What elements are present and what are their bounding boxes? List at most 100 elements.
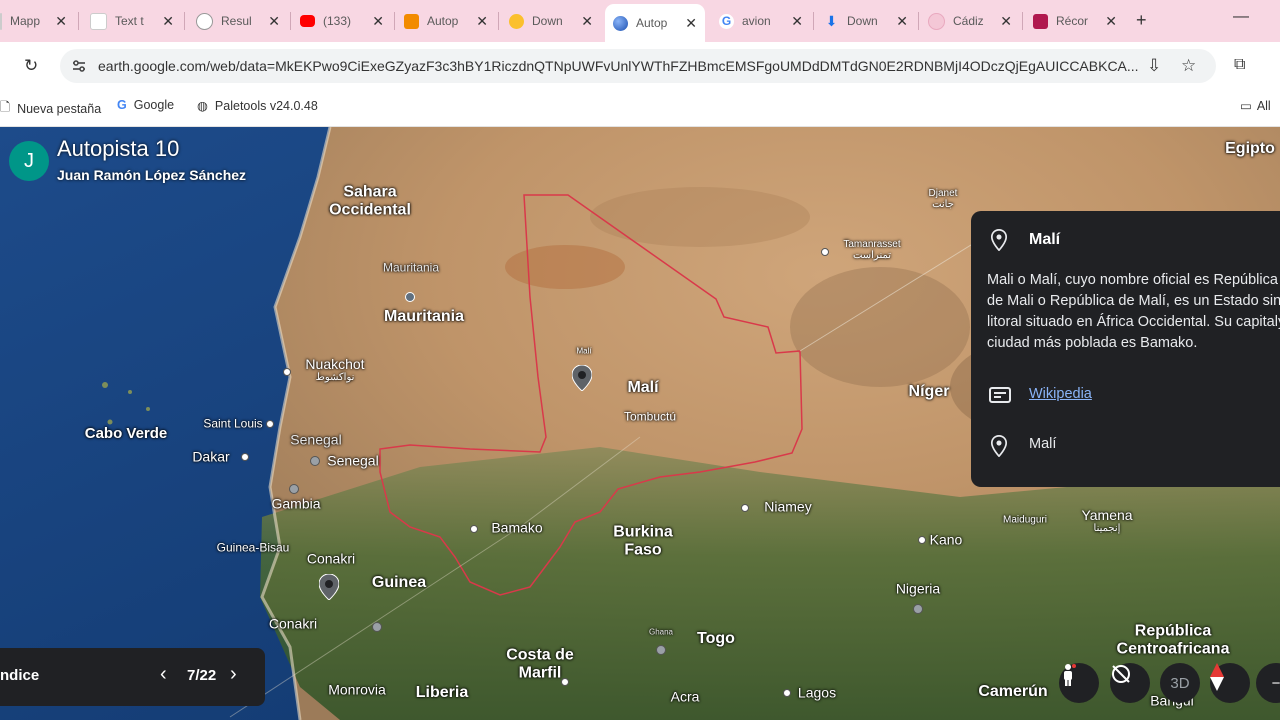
- city-name: Yamena: [1081, 506, 1133, 523]
- index-button[interactable]: ndice: [0, 667, 39, 684]
- browser-tab[interactable]: (133) ✕: [292, 6, 392, 36]
- google-earth-icon: [613, 15, 628, 31]
- pegman-button[interactable]: [1059, 663, 1099, 703]
- address-bar[interactable]: earth.google.com/web/data=MkEKPwo9CiExeG…: [60, 49, 1216, 83]
- map-label-acra: Acra: [670, 688, 700, 705]
- city-marker: [821, 248, 829, 256]
- tab-favicon-icon: [509, 13, 524, 29]
- bookmark-item[interactable]: ◍ Paletools v24.0.48: [197, 98, 318, 114]
- site-info-icon[interactable]: [70, 57, 88, 75]
- browser-tab[interactable]: G avion ✕: [711, 6, 811, 36]
- minimize-window-button[interactable]: —: [1233, 8, 1249, 26]
- browser-tab[interactable]: Resul ✕: [188, 6, 288, 36]
- map-label-egipto: Egipto: [1225, 140, 1275, 158]
- bookmark-label: Paletools v24.0.48: [214, 98, 318, 113]
- panel-title: Malí: [1029, 231, 1061, 248]
- next-slide-button[interactable]: ›: [230, 663, 237, 686]
- city-name: Nuakchot: [305, 355, 365, 372]
- close-tab-icon[interactable]: ✕: [896, 13, 908, 30]
- browser-tab[interactable]: Text t ✕: [82, 6, 182, 36]
- browser-tab[interactable]: Mapp ✕: [0, 6, 75, 36]
- tab-title: avion: [742, 14, 771, 28]
- tab-favicon-icon: [196, 12, 213, 30]
- all-bookmarks-label: All: [1256, 98, 1271, 113]
- tab-title: Autop: [636, 16, 668, 30]
- install-app-icon[interactable]: ⇩: [1147, 56, 1161, 76]
- map-label-senegal-region: Senegal: [290, 431, 342, 448]
- tab-separator: [813, 12, 814, 30]
- map-label-nuakchot: Nuakchot نواكشوط: [305, 355, 365, 383]
- wikipedia-link[interactable]: Wikipedia: [1029, 386, 1092, 402]
- map-label-conakri-region: Conakri: [306, 550, 356, 567]
- close-tab-icon[interactable]: ✕: [268, 13, 280, 30]
- article-icon: [989, 387, 1011, 403]
- zoom-out-icon: −: [1271, 674, 1280, 692]
- map-label-republica-centroafricana: República Centroafricana: [1116, 622, 1230, 657]
- close-tab-icon[interactable]: ✕: [581, 13, 593, 30]
- avatar[interactable]: J: [9, 141, 49, 181]
- browser-tab[interactable]: Down ✕: [501, 6, 601, 36]
- close-tab-icon[interactable]: ✕: [1105, 13, 1117, 30]
- bookmark-star-icon[interactable]: ☆: [1181, 56, 1196, 76]
- previous-slide-button[interactable]: ‹: [160, 663, 167, 686]
- browser-tab[interactable]: Cádiz ✕: [920, 6, 1020, 36]
- capital-marker: [372, 622, 382, 632]
- city-marker: [918, 536, 926, 544]
- location-pin-icon[interactable]: [319, 574, 339, 600]
- browser-tab[interactable]: Récor ✕: [1025, 6, 1125, 36]
- close-tab-icon[interactable]: ✕: [476, 13, 488, 30]
- extensions-icon[interactable]: ⧉: [1234, 56, 1245, 74]
- map-label-costa-marfil: Costa de Marfil: [506, 646, 574, 681]
- map-label-gambia: Gambia: [271, 495, 321, 512]
- city-name: Djanet: [928, 188, 958, 199]
- bookmark-item[interactable]: G Google: [117, 98, 174, 112]
- close-tab-icon[interactable]: ✕: [372, 13, 384, 30]
- city-name-arabic: تمنراست: [852, 250, 892, 261]
- all-bookmarks-button[interactable]: ▭ All: [1240, 98, 1271, 114]
- close-tab-icon[interactable]: ✕: [55, 13, 67, 30]
- url-text[interactable]: earth.google.com/web/data=MkEKPwo9CiExeG…: [98, 58, 1138, 74]
- new-tab-button[interactable]: +: [1136, 10, 1147, 31]
- bookmark-item[interactable]: 🗋 Nueva pestaña: [0, 98, 101, 119]
- browser-tab[interactable]: Autop ✕: [396, 6, 496, 36]
- tab-favicon-icon: [0, 12, 2, 30]
- map-label-guinea-bisau: Guinea-Bisau: [216, 540, 290, 555]
- map-label-mauritania-small: Mauritania: [382, 260, 440, 275]
- tab-favicon-icon: [928, 12, 945, 30]
- reload-icon[interactable]: ↻: [24, 56, 38, 76]
- tab-separator: [918, 12, 919, 30]
- tab-title: Text t: [115, 14, 144, 28]
- tab-separator: [498, 12, 499, 30]
- map-label-guinea: Guinea: [371, 574, 427, 592]
- no-rotation-icon: [1112, 665, 1130, 683]
- browser-toolbar: ↻ earth.google.com/web/data=MkEKPwo9CiEx…: [0, 42, 1280, 90]
- location-pin-icon: [990, 435, 1008, 457]
- panel-place-name[interactable]: Malí: [1029, 436, 1056, 452]
- map-label-cabo-verde: Cabo Verde: [84, 424, 168, 442]
- browser-tab[interactable]: ⬇ Down ✕: [816, 6, 916, 36]
- google-icon: G: [719, 13, 734, 29]
- close-tab-icon[interactable]: ✕: [162, 13, 174, 30]
- earth-map-view[interactable]: J Autopista 10 Juan Ramón López Sánchez …: [0, 127, 1280, 720]
- slide-counter: 7/22: [187, 667, 217, 684]
- toggle-orbit-button[interactable]: [1110, 663, 1150, 703]
- tab-title: Down: [847, 14, 878, 28]
- tab-title: Autop: [427, 14, 459, 28]
- map-label-mauritania: Mauritania: [383, 308, 465, 326]
- 3d-toggle-button[interactable]: 3D: [1160, 663, 1200, 703]
- browser-tab-active[interactable]: Autop ✕: [605, 4, 705, 42]
- bookmark-label: Google: [133, 98, 175, 112]
- map-label-lagos: Lagos: [797, 684, 837, 701]
- close-tab-icon[interactable]: ✕: [1000, 13, 1012, 30]
- google-icon: G: [117, 98, 127, 112]
- pegman-icon: [1064, 664, 1076, 686]
- tab-strip: Mapp ✕ Text t ✕ Resul ✕ (133) ✕ Autop ✕ …: [0, 0, 1280, 42]
- map-label-togo: Togo: [697, 630, 735, 648]
- city-name: Tamanrasset: [843, 239, 901, 250]
- close-tab-icon[interactable]: ✕: [685, 15, 697, 32]
- compass-button[interactable]: [1210, 663, 1250, 703]
- map-label-tamanrasset: Tamanrasset تمنراست: [843, 239, 900, 261]
- capital-marker: [310, 456, 320, 466]
- close-tab-icon[interactable]: ✕: [791, 13, 803, 30]
- location-pin-icon[interactable]: [572, 365, 592, 391]
